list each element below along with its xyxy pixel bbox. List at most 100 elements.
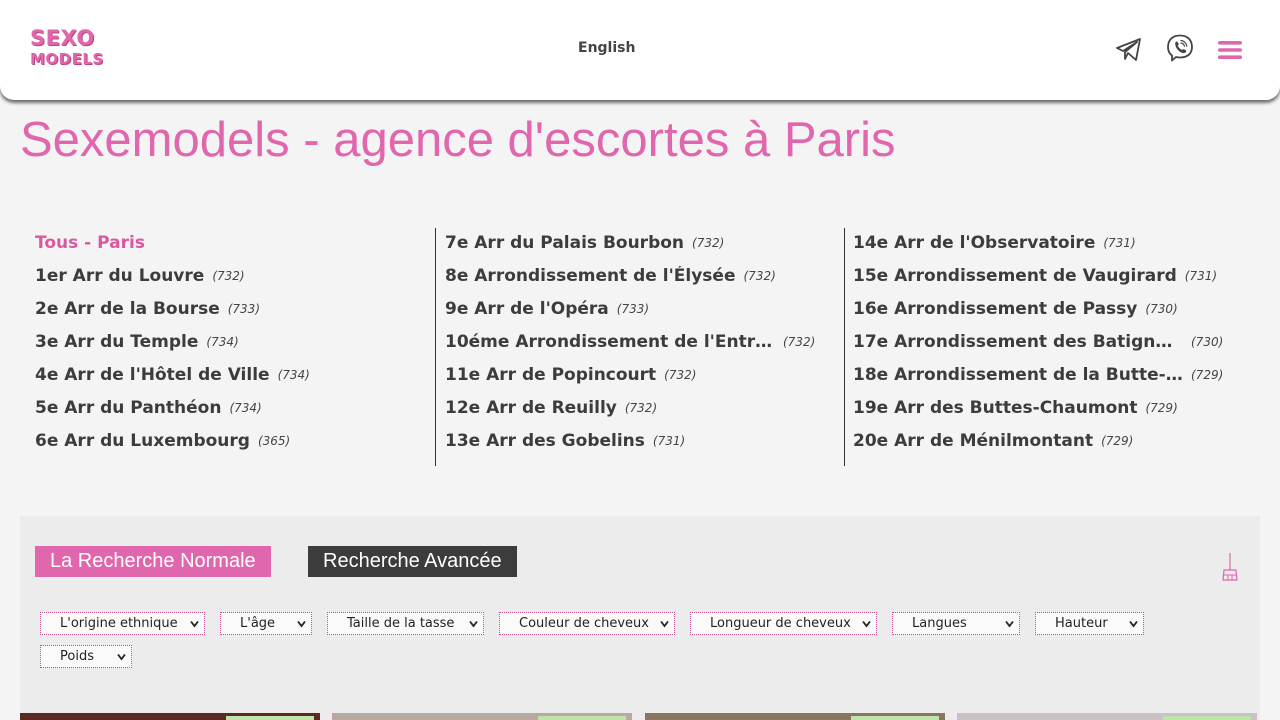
model-thumbnail[interactable] [645,713,945,720]
filter-ethnicity-select[interactable]: L'origine ethnique [40,612,205,635]
district-name[interactable]: 10éme Arrondissement de l'Entrepôt [445,332,775,353]
district-count: (732) [743,269,776,283]
district-name[interactable]: Tous - Paris [35,233,145,254]
district-count: (734) [229,401,262,415]
filter-weight-select[interactable]: Poids [40,645,132,668]
filter-label: Poids [60,649,94,664]
district-count: (729) [1145,401,1178,415]
model-thumbnails-row [20,713,1260,720]
district-name[interactable]: 20e Arr de Ménilmontant [853,431,1093,452]
thumbnail-badge [538,716,626,720]
filter-languages-select[interactable]: Langues [892,612,1020,635]
district-count: (734) [277,368,310,382]
district-column-3: 14e Arr de l'Observatoire (731) 15e Arron… [844,228,1244,466]
district-name[interactable]: 2e Arr de la Bourse [35,299,220,320]
filter-hair-color-select[interactable]: Couleur de cheveux [499,612,675,635]
district-count: (730) [1145,302,1178,316]
page-title: Sexemodels - agence d'escortes à Paris [20,113,896,167]
district-item[interactable]: 13e Arr des Gobelins (731) [445,431,835,464]
district-name[interactable]: 15e Arrondissement de Vaugirard [853,266,1177,287]
district-item[interactable]: 4e Arr de l'Hôtel de Ville (734) [35,365,425,398]
district-item[interactable]: 15e Arrondissement de Vaugirard (731) [853,266,1244,299]
district-item[interactable]: 3e Arr du Temple (734) [35,332,425,365]
district-name[interactable]: 11e Arr de Popincourt [445,365,656,386]
district-item[interactable]: 17e Arrondissement des Batignolles-... (7… [853,332,1244,365]
district-name[interactable]: 14e Arr de l'Observatoire [853,233,1095,254]
district-item[interactable]: 1er Arr du Louvre (732) [35,266,425,299]
district-name[interactable]: 1er Arr du Louvre [35,266,204,287]
district-name[interactable]: 17e Arrondissement des Batignolles-... [853,332,1183,353]
district-item[interactable]: 5e Arr du Panthéon (734) [35,398,425,431]
district-name[interactable]: 18e Arrondissement de la Butte-Mont... [853,365,1183,386]
tab-advanced-search[interactable]: Recherche Avancée [308,546,517,577]
district-item[interactable]: 14e Arr de l'Observatoire (731) [853,233,1244,266]
model-thumbnail[interactable] [332,713,632,720]
district-item[interactable]: Tous - Paris [35,233,425,266]
district-item[interactable]: 7e Arr du Palais Bourbon (732) [445,233,835,266]
district-item[interactable]: 2e Arr de la Bourse (733) [35,299,425,332]
viber-icon[interactable] [1165,33,1195,63]
site-logo[interactable]: SEXO MODELS [30,28,104,70]
district-name[interactable]: 12e Arr de Reuilly [445,398,617,419]
district-item[interactable]: 19e Arr des Buttes-Chaumont (729) [853,398,1244,431]
filter-label: Taille de la tasse [347,616,455,631]
district-name[interactable]: 7e Arr du Palais Bourbon [445,233,684,254]
district-item[interactable]: 8e Arrondissement de l'Élysée (732) [445,266,835,299]
filter-label: Langues [912,616,967,631]
broom-icon[interactable] [1220,552,1240,582]
district-item[interactable]: 12e Arr de Reuilly (732) [445,398,835,431]
district-item[interactable]: 18e Arrondissement de la Butte-Mont... (7… [853,365,1244,398]
district-count: (732) [212,269,245,283]
filter-height-select[interactable]: Hauteur [1035,612,1144,635]
thumbnail-badge [1163,716,1251,720]
site-header: SEXO MODELS English [0,0,1280,100]
model-thumbnail[interactable] [20,713,320,720]
district-count: (732) [664,368,697,382]
district-item[interactable]: 11e Arr de Popincourt (732) [445,365,835,398]
district-item[interactable]: 16e Arrondissement de Passy (730) [853,299,1244,332]
district-count: (733) [616,302,650,316]
district-count: (729) [1191,368,1224,382]
filter-hair-length-select[interactable]: Longueur de cheveux [690,612,877,635]
district-name[interactable]: 13e Arr des Gobelins [445,431,645,452]
district-count: (729) [1101,434,1134,448]
thumbnail-badge [851,716,939,720]
district-name[interactable]: 19e Arr des Buttes-Chaumont [853,398,1137,419]
filter-age-select[interactable]: L'âge [220,612,312,635]
tab-normal-search[interactable]: La Recherche Normale [35,546,271,577]
district-item[interactable]: 20e Arr de Ménilmontant (729) [853,431,1244,464]
language-selector[interactable]: English [578,40,635,56]
filter-label: Longueur de cheveux [710,616,851,631]
district-column-1: Tous - Paris 1er Arr du Louvre (732) 2e A… [35,228,425,466]
model-thumbnail[interactable] [957,713,1257,720]
chevron-down-icon [1129,620,1138,628]
district-name[interactable]: 6e Arr du Luxembourg [35,431,250,452]
district-count: (731) [1103,236,1136,250]
district-name[interactable]: 3e Arr du Temple [35,332,198,353]
district-item[interactable]: 10éme Arrondissement de l'Entrepôt (732) [445,332,835,365]
district-count: (732) [692,236,725,250]
district-name[interactable]: 16e Arrondissement de Passy [853,299,1137,320]
filter-cup-size-select[interactable]: Taille de la tasse [327,612,484,635]
chevron-down-icon [862,620,871,628]
hamburger-menu-icon[interactable] [1217,37,1243,63]
district-count: (365) [257,434,291,448]
logo-line-2: MODELS [30,50,104,68]
chevron-down-icon [469,620,478,628]
district-name[interactable]: 5e Arr du Panthéon [35,398,221,419]
telegram-icon[interactable] [1114,34,1144,64]
district-item[interactable]: 6e Arr du Luxembourg (365) [35,431,425,464]
district-count: (732) [783,335,816,349]
chevron-down-icon [117,653,126,661]
filter-label: Hauteur [1055,616,1108,631]
district-name[interactable]: 8e Arrondissement de l'Élysée [445,266,736,287]
filter-label: L'âge [240,616,276,631]
district-item[interactable]: 9e Arr de l'Opéra (733) [445,299,835,332]
district-count: (731) [1184,269,1218,283]
chevron-down-icon [660,620,669,628]
chevron-down-icon [1005,620,1014,628]
district-name[interactable]: 9e Arr de l'Opéra [445,299,609,320]
district-column-2: 7e Arr du Palais Bourbon (732) 8e Arrondi… [435,228,835,466]
district-count: (733) [227,302,261,316]
district-name[interactable]: 4e Arr de l'Hôtel de Ville [35,365,270,386]
